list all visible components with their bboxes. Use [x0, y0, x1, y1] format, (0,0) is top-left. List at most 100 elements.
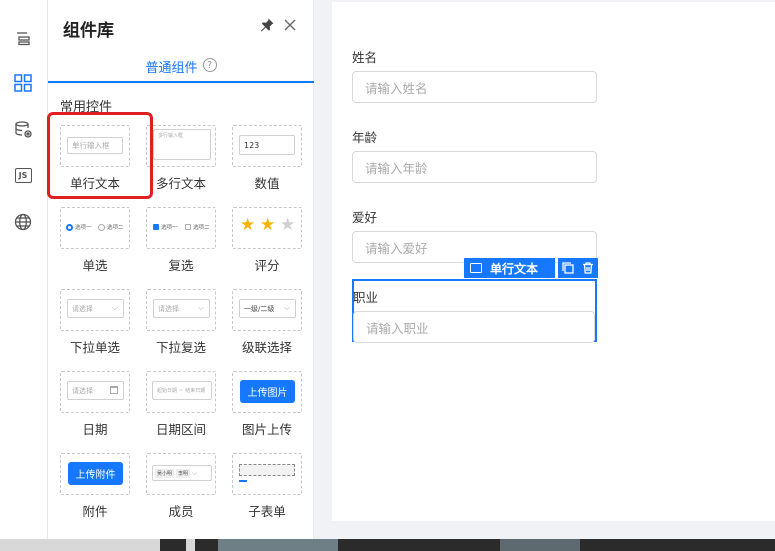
calendar-icon	[110, 386, 118, 394]
component-attachment[interactable]: 上传附件 附件	[60, 453, 134, 529]
component-image-upload[interactable]: 上传图片 图片上传	[232, 371, 306, 447]
component-thumb: 选项一 选项二	[146, 207, 216, 249]
component-number[interactable]: 123 数值	[232, 125, 306, 201]
close-icon[interactable]	[282, 17, 298, 33]
checkbox-unchecked-icon	[185, 224, 191, 230]
tab-label: 普通组件	[145, 61, 198, 76]
component-radio[interactable]: 选项一 选项二 单选	[60, 207, 134, 283]
component-thumb: 一级/二级 ⌵	[232, 289, 302, 331]
component-label: 数值	[254, 176, 280, 191]
star-filled-icon: ★	[240, 215, 256, 235]
js-icon[interactable]: JS	[9, 161, 37, 189]
preview-number: 123	[239, 135, 295, 155]
radio-checked-icon	[66, 224, 73, 231]
panel-title: 组件库	[63, 21, 114, 41]
component-library-panel: 组件库 普通组件 ? 常用控件 单行输入框 单行文本 多行输入框 多行文本 12…	[48, 0, 314, 539]
subform-preview-icon	[239, 464, 295, 476]
component-multi-line-text[interactable]: 多行输入框 多行文本	[146, 125, 220, 201]
radio-unchecked-icon	[98, 224, 105, 231]
component-thumb: 上传图片	[232, 371, 302, 413]
component-label: 评分	[254, 258, 280, 273]
preview-date-range: 起始日期 ~ 结束日期	[152, 381, 212, 400]
icon-rail: JS	[0, 0, 48, 539]
desktop-background-strip	[0, 539, 775, 551]
component-thumb: 上传附件	[60, 453, 130, 495]
component-select[interactable]: 请选择 ⌵ 下拉单选	[60, 289, 134, 365]
component-date-range[interactable]: 起始日期 ~ 结束日期 日期区间	[146, 371, 220, 447]
component-label: 单选	[82, 258, 108, 273]
field-label-name: 姓名	[352, 50, 378, 65]
delete-icon[interactable]	[578, 258, 598, 278]
component-cascader[interactable]: 一级/二级 ⌵ 级联选择	[232, 289, 306, 365]
chevron-down-icon: ⌵	[111, 303, 118, 312]
name-input[interactable]: 请输入姓名	[352, 71, 597, 103]
date-range-start: 起始日期	[157, 388, 178, 394]
field-label-hobby: 爱好	[352, 210, 378, 225]
preview-textarea: 多行输入框	[153, 129, 211, 160]
preview-upload-attachment-button: 上传附件	[68, 462, 123, 485]
component-thumb: 123	[232, 125, 302, 167]
component-thumb: 吴小明 李明 ⌵	[146, 453, 216, 495]
selected-component-label: 单行文本	[490, 261, 539, 276]
help-icon[interactable]: ?	[202, 58, 217, 72]
age-input[interactable]: 请输入年龄	[352, 151, 597, 183]
preview-upload-image-button: 上传图片	[240, 380, 295, 403]
preview-cascader: 一级/二级 ⌵	[239, 299, 296, 318]
tab-normal-components[interactable]: 普通组件 ?	[48, 57, 314, 83]
preview-member: 吴小明 李明 ⌵	[152, 465, 212, 481]
copy-icon[interactable]	[558, 258, 578, 278]
radio-option: 选项二	[107, 225, 124, 231]
range-separator-icon: ~	[179, 387, 184, 394]
input-type-icon	[470, 263, 482, 273]
component-thumb: 请选择	[60, 371, 130, 413]
desktop-strip-segment	[218, 539, 338, 551]
preview-select: 请选择 ⌵	[67, 299, 124, 318]
occupation-input[interactable]: 请输入职业	[353, 311, 595, 343]
desktop-strip-segment	[186, 539, 195, 551]
pin-icon[interactable]	[259, 17, 275, 33]
component-label: 成员	[168, 504, 194, 519]
highlight-frame	[47, 112, 153, 199]
component-label: 日期区间	[155, 422, 206, 437]
component-rating[interactable]: ★ ★ ★ 评分	[232, 207, 306, 283]
component-member[interactable]: 吴小明 李明 ⌵ 成员	[146, 453, 220, 529]
component-label: 多行文本	[155, 176, 206, 191]
checkbox-option: 选项二	[193, 225, 210, 231]
select-placeholder: 请选择	[158, 304, 179, 313]
component-thumb	[232, 453, 302, 495]
preview-select: 请选择 ⌵	[153, 299, 210, 318]
js-icon-label: JS	[14, 167, 32, 183]
component-label: 附件	[82, 504, 108, 519]
component-label: 图片上传	[241, 422, 292, 437]
member-tag: 吴小明	[155, 468, 175, 478]
checkbox-checked-icon	[153, 224, 159, 230]
outline-icon[interactable]	[9, 24, 37, 52]
component-subform[interactable]: 子表单	[232, 453, 306, 529]
member-tag: 李明	[176, 468, 191, 478]
cascader-value: 一级/二级	[244, 304, 275, 313]
components-icon[interactable]	[9, 69, 37, 97]
date-range-end: 结束日期	[185, 388, 206, 394]
component-thumb: 起始日期 ~ 结束日期	[146, 371, 216, 413]
component-multi-select[interactable]: 请选择 ⌵ 下拉复选	[146, 289, 220, 365]
date-placeholder: 请选择	[72, 386, 93, 395]
selected-component-tag[interactable]: 单行文本	[464, 258, 555, 278]
star-filled-icon: ★	[260, 215, 276, 235]
chevron-down-icon: ⌵	[283, 303, 290, 312]
radio-option: 选项一	[75, 225, 92, 231]
component-date[interactable]: 请选择 日期	[60, 371, 134, 447]
globe-icon[interactable]	[9, 208, 37, 236]
chevron-down-icon: ⌵	[192, 468, 198, 477]
component-label: 日期	[82, 422, 108, 437]
datasource-icon[interactable]	[9, 116, 37, 144]
component-checkbox[interactable]: 选项一 选项二 复选	[146, 207, 220, 283]
tab-underline	[48, 81, 314, 83]
component-thumb: 请选择 ⌵	[146, 289, 216, 331]
chevron-down-icon: ⌵	[197, 303, 204, 312]
preview-date: 请选择	[67, 381, 124, 400]
component-thumb: 请选择 ⌵	[60, 289, 130, 331]
component-thumb: 选项一 选项二	[60, 207, 130, 249]
component-label: 下拉单选	[69, 340, 120, 355]
component-label: 级联选择	[241, 340, 292, 355]
desktop-strip-segment	[500, 539, 580, 551]
